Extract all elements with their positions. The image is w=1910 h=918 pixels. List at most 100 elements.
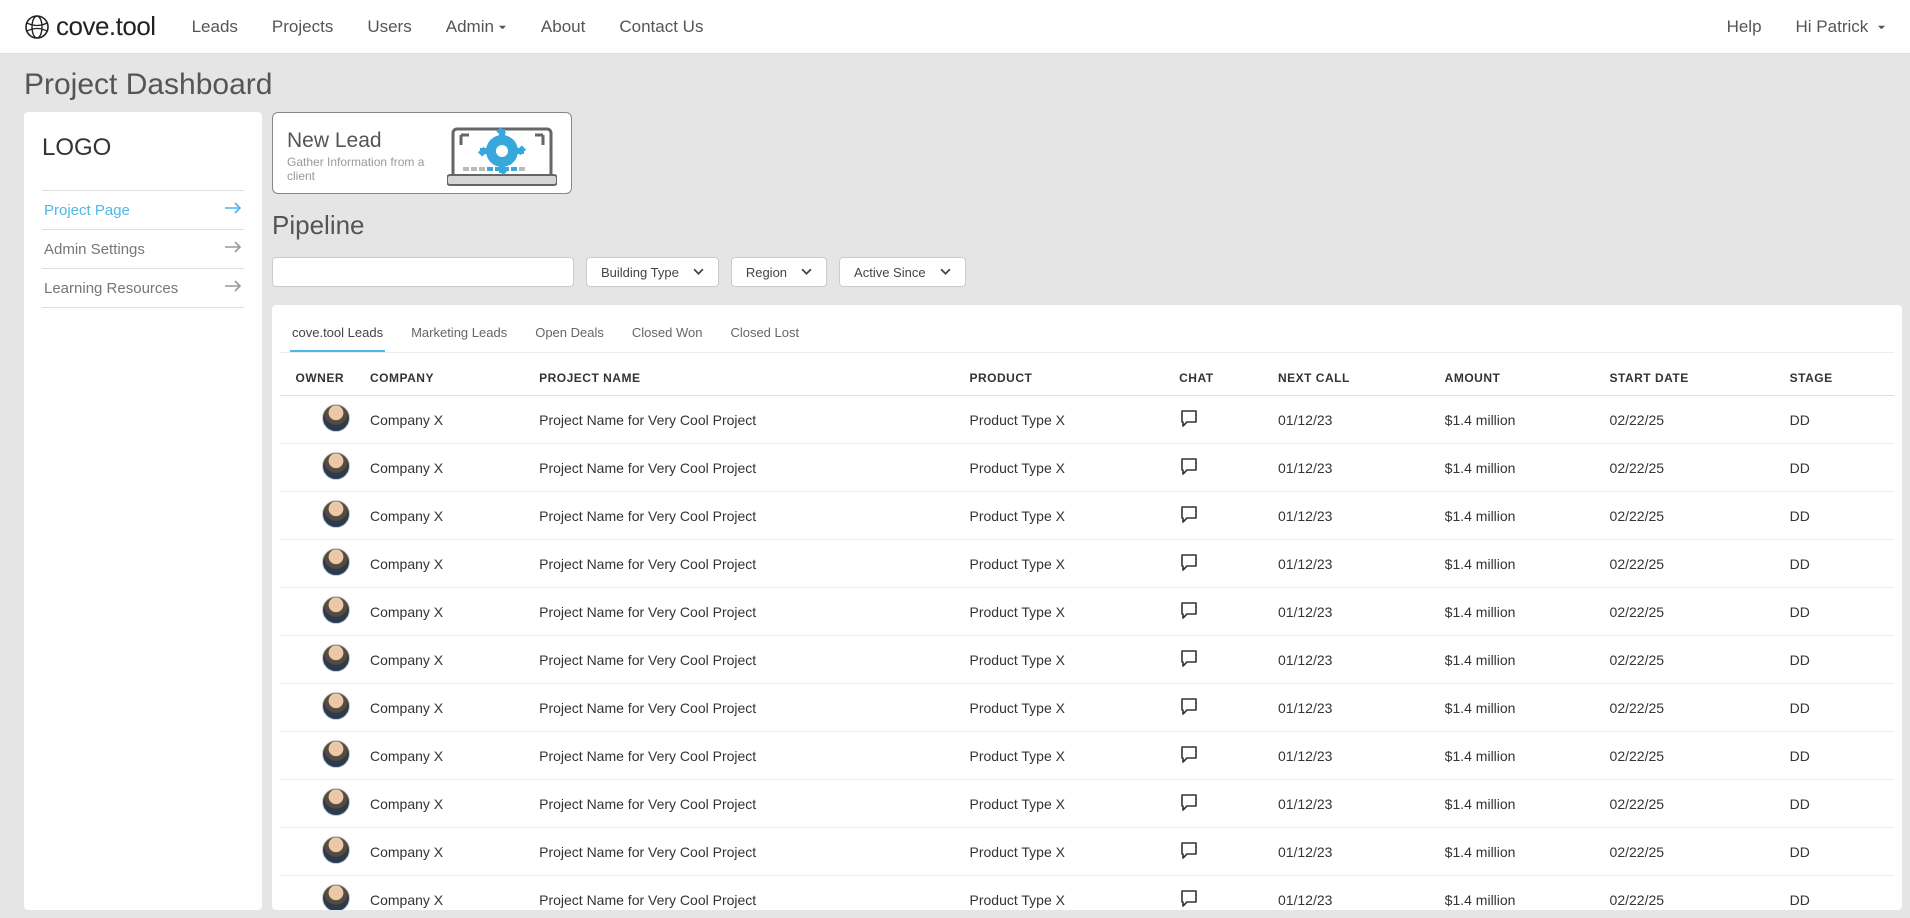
table-row[interactable]: Company XProject Name for Very Cool Proj… (280, 540, 1894, 588)
owner-avatar[interactable] (322, 884, 350, 910)
cell-next-call: 01/12/23 (1268, 540, 1435, 588)
cell-company: Company X (360, 684, 529, 732)
cell-chat (1169, 540, 1268, 588)
cell-next-call: 01/12/23 (1268, 588, 1435, 636)
cell-product: Product Type X (960, 780, 1170, 828)
nav-item-help[interactable]: Help (1727, 17, 1762, 37)
chat-icon[interactable] (1179, 607, 1199, 623)
caret-down-icon (1872, 17, 1886, 37)
nav-item-hi-patrick[interactable]: Hi Patrick (1796, 17, 1886, 37)
chat-icon[interactable] (1179, 799, 1199, 815)
cell-start: 02/22/25 (1600, 828, 1780, 876)
table-row[interactable]: Company XProject Name for Very Cool Proj… (280, 828, 1894, 876)
sidebar-items: Project Page Admin Settings Learning Resou… (42, 190, 244, 308)
cell-chat (1169, 684, 1268, 732)
cell-company: Company X (360, 876, 529, 911)
cell-stage: DD (1780, 684, 1894, 732)
owner-avatar[interactable] (322, 404, 350, 432)
cell-amount: $1.4 million (1435, 444, 1600, 492)
sidebar-item-learning-resources[interactable]: Learning Resources (42, 268, 244, 308)
owner-avatar[interactable] (322, 740, 350, 768)
sidebar-item-admin-settings[interactable]: Admin Settings (42, 229, 244, 268)
filter-label: Active Since (854, 265, 926, 280)
tab-closed-won[interactable]: Closed Won (630, 319, 705, 352)
filter-active-since[interactable]: Active Since (839, 257, 966, 287)
new-lead-card[interactable]: New Lead Gather Information from a clien… (272, 112, 572, 194)
nav-item-about[interactable]: About (541, 17, 585, 37)
table-row[interactable]: Company XProject Name for Very Cool Proj… (280, 636, 1894, 684)
cell-company: Company X (360, 780, 529, 828)
arrow-right-icon (224, 240, 242, 258)
cell-next-call: 01/12/23 (1268, 492, 1435, 540)
chat-icon[interactable] (1179, 415, 1199, 431)
nav-item-users[interactable]: Users (367, 17, 411, 37)
tab-marketing-leads[interactable]: Marketing Leads (409, 319, 509, 352)
cell-owner (280, 876, 360, 911)
table-row[interactable]: Company XProject Name for Very Cool Proj… (280, 492, 1894, 540)
table-row[interactable]: Company XProject Name for Very Cool Proj… (280, 732, 1894, 780)
table-row[interactable]: Company XProject Name for Very Cool Proj… (280, 876, 1894, 911)
nav-item-contact-us[interactable]: Contact Us (619, 17, 703, 37)
chat-icon[interactable] (1179, 655, 1199, 671)
pipeline-search-input[interactable] (272, 257, 574, 287)
chat-icon[interactable] (1179, 847, 1199, 863)
chat-icon[interactable] (1179, 463, 1199, 479)
owner-avatar[interactable] (322, 788, 350, 816)
cell-chat (1169, 492, 1268, 540)
new-lead-subtitle: Gather Information from a client (287, 155, 437, 183)
tab-closed-lost[interactable]: Closed Lost (728, 319, 801, 352)
table-row[interactable]: Company XProject Name for Very Cool Proj… (280, 588, 1894, 636)
tab-cove-tool-leads[interactable]: cove.tool Leads (290, 319, 385, 352)
owner-avatar[interactable] (322, 692, 350, 720)
cell-stage: DD (1780, 636, 1894, 684)
cell-product: Product Type X (960, 444, 1170, 492)
table-row[interactable]: Company XProject Name for Very Cool Proj… (280, 780, 1894, 828)
cell-company: Company X (360, 828, 529, 876)
owner-avatar[interactable] (322, 644, 350, 672)
chat-icon[interactable] (1179, 559, 1199, 575)
cell-owner (280, 396, 360, 444)
filter-building-type[interactable]: Building Type (586, 257, 719, 287)
column-header-start-date: START DATE (1600, 363, 1780, 396)
cell-amount: $1.4 million (1435, 780, 1600, 828)
cell-start: 02/22/25 (1600, 396, 1780, 444)
owner-avatar[interactable] (322, 452, 350, 480)
top-navbar: cove.tool Leads Projects Users Admin About Co… (0, 0, 1910, 54)
nav-item-admin[interactable]: Admin (446, 17, 507, 37)
main-content: New Lead Gather Information from a clien… (272, 112, 1902, 910)
sidebar-item-project-page[interactable]: Project Page (42, 190, 244, 229)
owner-avatar[interactable] (322, 836, 350, 864)
sidebar: LOGO Project PageAdmin SettingsLearning … (24, 112, 262, 910)
table-row[interactable]: Company XProject Name for Very Cool Proj… (280, 396, 1894, 444)
brand-logo[interactable]: cove.tool (24, 11, 156, 42)
cell-stage: DD (1780, 492, 1894, 540)
owner-avatar[interactable] (322, 596, 350, 624)
table-row[interactable]: Company XProject Name for Very Cool Proj… (280, 444, 1894, 492)
cell-owner (280, 732, 360, 780)
chevron-down-icon (940, 265, 951, 280)
cell-next-call: 01/12/23 (1268, 396, 1435, 444)
filter-row: Building Type Region Active Since (272, 257, 1902, 287)
pipeline-title: Pipeline (272, 210, 1902, 241)
cell-start: 02/22/25 (1600, 492, 1780, 540)
cell-owner (280, 540, 360, 588)
cell-chat (1169, 444, 1268, 492)
cell-chat (1169, 396, 1268, 444)
chat-icon[interactable] (1179, 895, 1199, 910)
chat-icon[interactable] (1179, 511, 1199, 527)
column-header-project-name: PROJECT NAME (529, 363, 959, 396)
table-row[interactable]: Company XProject Name for Very Cool Proj… (280, 684, 1894, 732)
nav-item-projects[interactable]: Projects (272, 17, 333, 37)
globe-icon (24, 14, 50, 40)
brand-text: cove.tool (56, 11, 156, 42)
nav-item-leads[interactable]: Leads (192, 17, 238, 37)
chat-icon[interactable] (1179, 751, 1199, 767)
owner-avatar[interactable] (322, 548, 350, 576)
cell-product: Product Type X (960, 540, 1170, 588)
chat-icon[interactable] (1179, 703, 1199, 719)
owner-avatar[interactable] (322, 500, 350, 528)
sidebar-item-label: Admin Settings (44, 241, 145, 258)
tab-open-deals[interactable]: Open Deals (533, 319, 606, 352)
filter-region[interactable]: Region (731, 257, 827, 287)
cell-start: 02/22/25 (1600, 588, 1780, 636)
